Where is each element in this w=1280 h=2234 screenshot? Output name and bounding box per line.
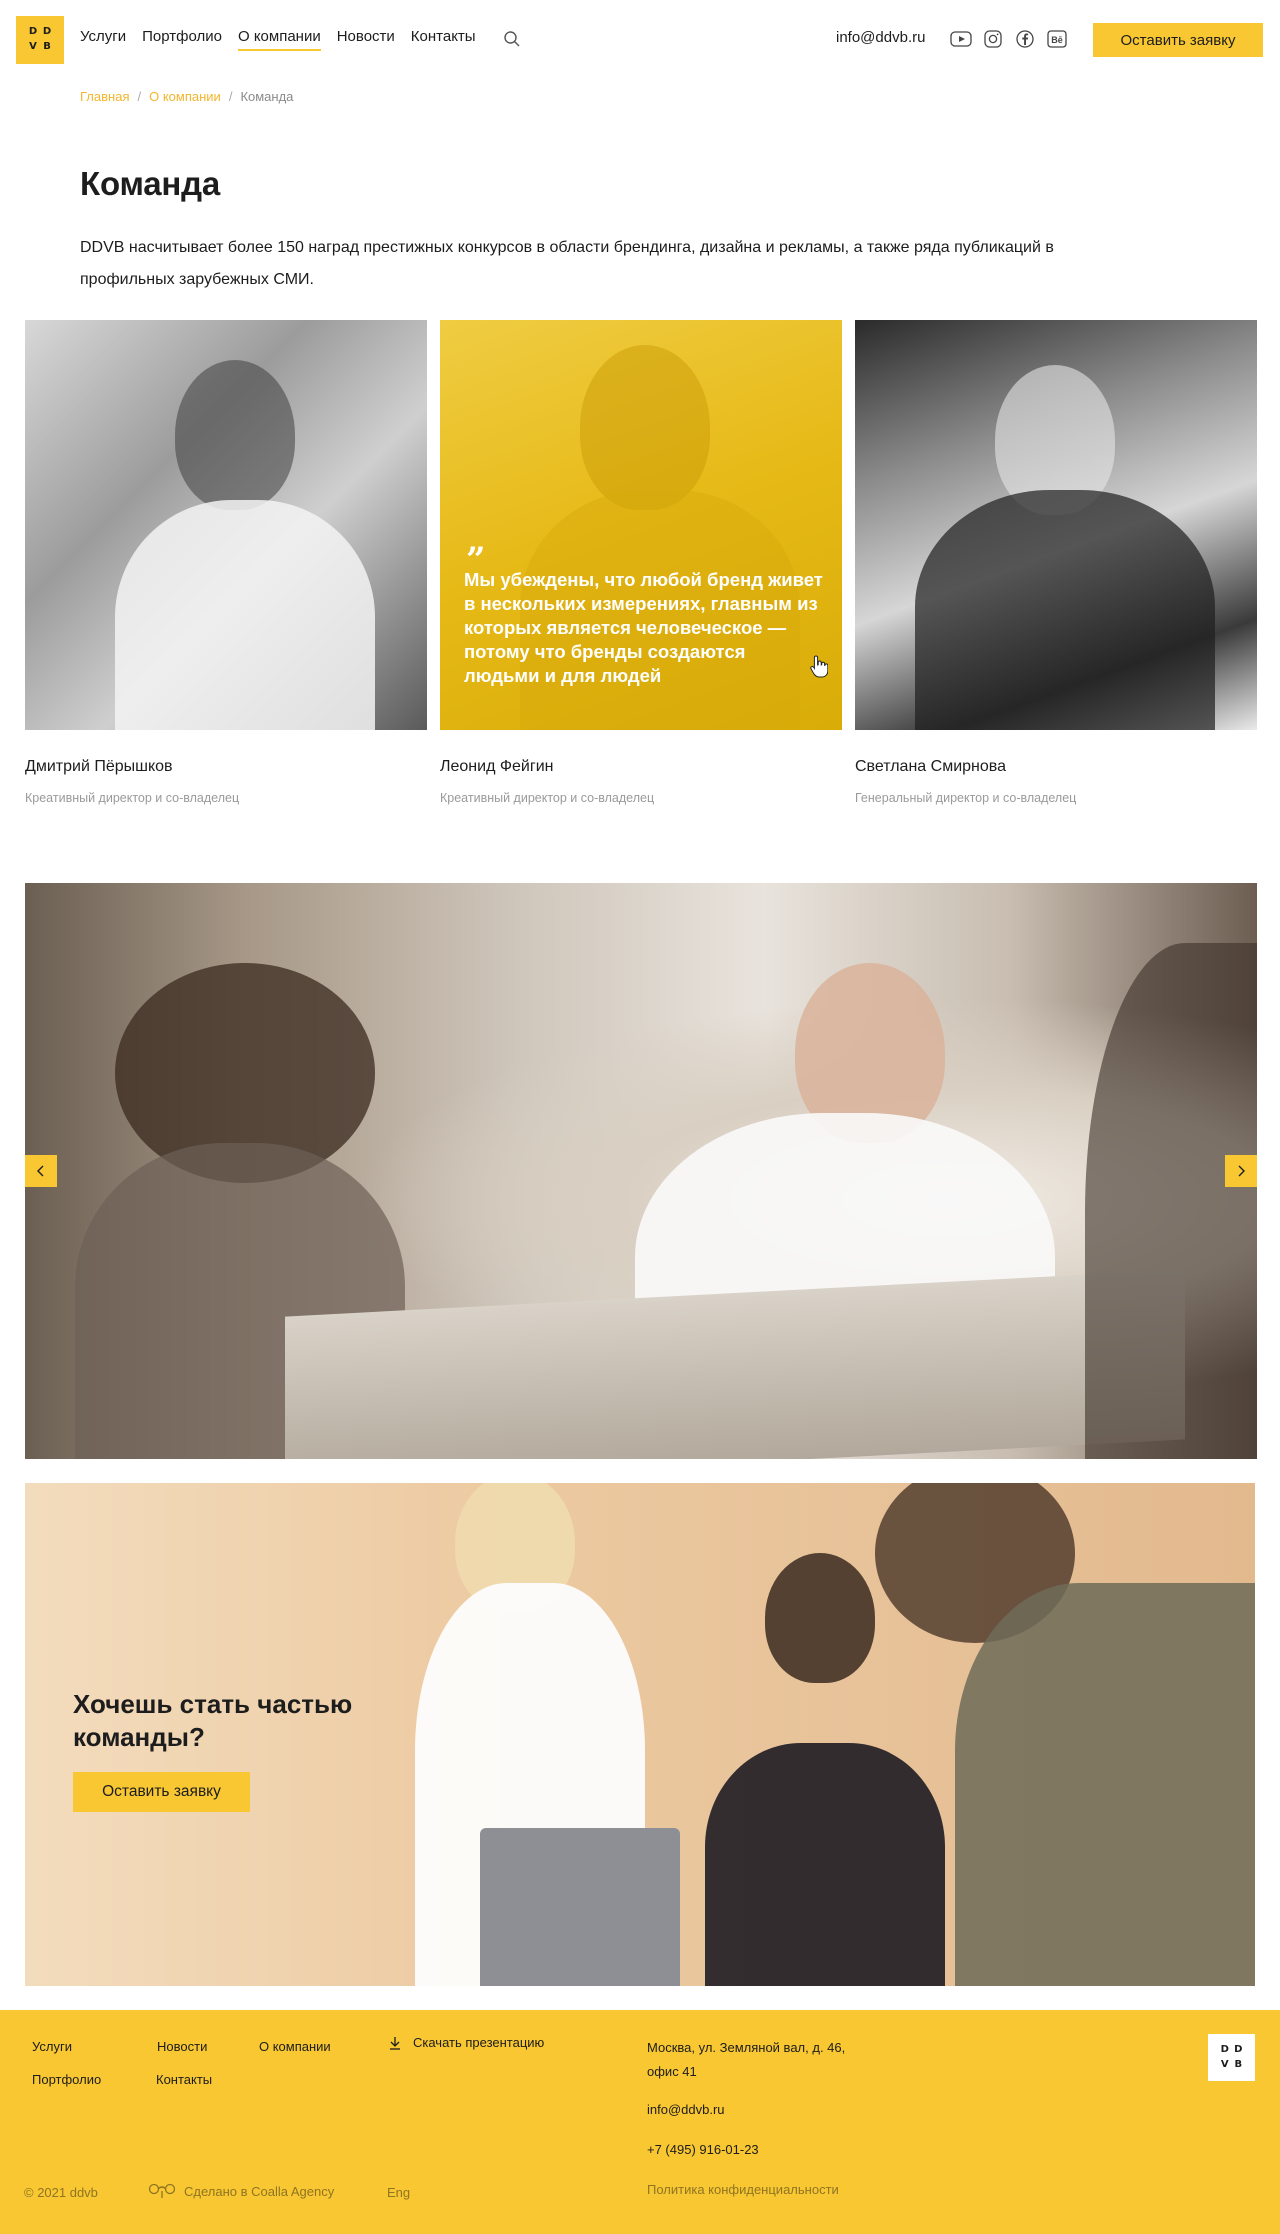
download-icon bbox=[390, 2036, 400, 2050]
footer-logo[interactable]: D D V B bbox=[1208, 2034, 1255, 2081]
page-intro: DDVB насчитывает более 150 наград прести… bbox=[80, 239, 1054, 288]
team-photo-slider bbox=[25, 883, 1257, 1459]
slider-next-button[interactable] bbox=[1225, 1155, 1257, 1187]
site-footer: Услуги Портфолио Новости Контакты О комп… bbox=[0, 2010, 1280, 2234]
chevron-left-icon bbox=[37, 1165, 44, 1177]
page-title: Команда bbox=[80, 165, 221, 202]
chevron-right-icon bbox=[1238, 1165, 1245, 1177]
join-title: Хочешь стать частью команды? bbox=[73, 1689, 353, 1752]
team-member-quote: Мы убеждены, что любой бренд живет в нес… bbox=[464, 569, 823, 686]
logo-letter: D bbox=[42, 26, 52, 37]
breadcrumb-separator: / bbox=[228, 89, 233, 104]
team-member-role: Креативный директор и со-владелец bbox=[440, 791, 655, 805]
nav-item-about[interactable]: О компании bbox=[237, 28, 321, 51]
team-member-role: Креативный директор и со-владелец bbox=[25, 791, 240, 805]
nav-item-services[interactable]: Услуги bbox=[80, 28, 126, 51]
team-member-photo: ” Мы убеждены, что любой бренд живет в н… bbox=[440, 320, 842, 730]
team-card[interactable]: Дмитрий Пёрышков Креативный директор и с… bbox=[25, 320, 427, 805]
footer-link-services[interactable]: Услуги bbox=[32, 2039, 72, 2054]
footer-link-about[interactable]: О компании bbox=[259, 2039, 331, 2054]
footer-address: Москва, ул. Земляной вал, д. 46, офис 41 bbox=[647, 2040, 846, 2079]
footer-email-link[interactable]: info@ddvb.ru bbox=[647, 2102, 725, 2117]
search-icon[interactable] bbox=[503, 30, 521, 48]
ddvb-logo[interactable]: D D V B bbox=[16, 16, 64, 64]
privacy-policy-link[interactable]: Политика конфиденциальности bbox=[647, 2182, 839, 2197]
instagram-icon[interactable] bbox=[982, 29, 1004, 49]
banner-photo-detail bbox=[765, 1553, 875, 1683]
footer-copyright: © 2021 ddvb bbox=[24, 2185, 98, 2200]
main-nav: Услуги Портфолио О компании Новости Конт… bbox=[80, 28, 476, 51]
breadcrumb: Главная / О компании / Команда bbox=[80, 89, 293, 104]
footer-link-news[interactable]: Новости bbox=[157, 2039, 207, 2054]
download-presentation-label: Скачать презентацию bbox=[413, 2035, 545, 2050]
logo-letter: D bbox=[1220, 2044, 1229, 2055]
breadcrumb-about[interactable]: О компании bbox=[149, 89, 221, 104]
behance-icon-label: Bē bbox=[1051, 35, 1063, 45]
footer-link-contacts[interactable]: Контакты bbox=[156, 2072, 212, 2087]
logo-letter: D bbox=[1234, 2044, 1243, 2055]
logo-letter: V bbox=[1220, 2058, 1229, 2070]
language-switch[interactable]: Eng bbox=[387, 2185, 410, 2200]
hand-cursor-icon bbox=[810, 654, 829, 678]
nav-item-contacts[interactable]: Контакты bbox=[411, 28, 476, 51]
header-email-link[interactable]: info@ddvb.ru bbox=[836, 29, 925, 46]
logo-letter: V bbox=[29, 41, 37, 52]
footer-link-portfolio[interactable]: Портфолио bbox=[32, 2072, 101, 2087]
slider-photo-detail bbox=[1085, 943, 1257, 1459]
team-member-photo bbox=[25, 320, 427, 730]
nav-item-news[interactable]: Новости bbox=[337, 28, 395, 51]
breadcrumb-home[interactable]: Главная bbox=[80, 89, 129, 104]
team-member-photo bbox=[855, 320, 1257, 730]
social-links: Bē bbox=[950, 29, 1068, 49]
coalla-logo-icon bbox=[148, 2183, 176, 2198]
team-member-name: Дмитрий Пёрышков bbox=[25, 758, 173, 775]
team-member-name: Светлана Смирнова bbox=[855, 758, 1006, 775]
slider-prev-button[interactable] bbox=[25, 1155, 57, 1187]
join-leave-request-button[interactable]: Оставить заявку bbox=[73, 1772, 250, 1812]
logo-letter: B bbox=[43, 41, 51, 52]
youtube-icon[interactable] bbox=[950, 29, 972, 49]
banner-photo-detail bbox=[955, 1583, 1255, 1986]
slider-photo-detail bbox=[285, 1269, 1185, 1459]
site-header: D D V B Услуги Портфолио О компании Ново… bbox=[0, 0, 1280, 80]
download-presentation-link[interactable]: Скачать презентацию bbox=[389, 2035, 544, 2050]
coalla-agency-link[interactable]: Сделано в Coalla Agency bbox=[148, 2183, 334, 2199]
leave-request-button[interactable]: Оставить заявку bbox=[1093, 23, 1263, 57]
behance-icon[interactable]: Bē bbox=[1046, 29, 1068, 49]
team-member-name: Леонид Фейгин bbox=[440, 758, 554, 775]
coalla-agency-label: Сделано в Coalla Agency bbox=[184, 2183, 335, 2199]
team-card[interactable]: ” Мы убеждены, что любой бренд живет в н… bbox=[440, 320, 842, 805]
laptop-shape bbox=[480, 1828, 680, 1986]
facebook-icon[interactable] bbox=[1014, 29, 1036, 49]
banner-photo-detail bbox=[705, 1743, 945, 1986]
footer-phone-link[interactable]: +7 (495) 916-01-23 bbox=[647, 2142, 759, 2157]
breadcrumb-separator: / bbox=[137, 89, 142, 104]
breadcrumb-current: Команда bbox=[240, 89, 294, 104]
team-member-role: Генеральный директор и со-владелец bbox=[855, 791, 1077, 805]
logo-letter: D bbox=[28, 26, 38, 37]
logo-letter: B bbox=[1234, 2058, 1243, 2070]
join-team-banner: Хочешь стать частью команды? Оставить за… bbox=[25, 1483, 1255, 1986]
nav-item-portfolio[interactable]: Портфолио bbox=[142, 28, 222, 51]
team-card[interactable]: Светлана Смирнова Генеральный директор и… bbox=[855, 320, 1257, 805]
